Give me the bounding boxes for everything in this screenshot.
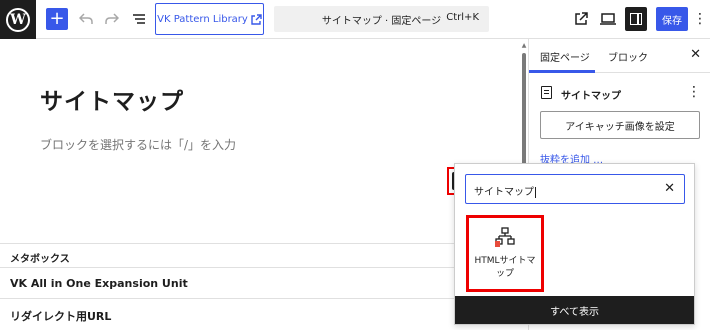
search-value: サイトマップ — [474, 186, 536, 198]
meta-boxes-panel: メタボックス VK All in One Expansion Unit リダイレ… — [0, 243, 520, 330]
close-icon: ✕ — [690, 47, 701, 62]
scrollbar-thumb[interactable] — [522, 53, 526, 173]
close-sidebar-button[interactable]: ✕ — [690, 47, 701, 62]
post-title[interactable]: サイトマップ — [40, 82, 184, 116]
external-link-icon — [251, 13, 262, 25]
plus-icon: + — [49, 8, 65, 29]
scroll-up-arrow-icon[interactable]: ▲ — [520, 42, 528, 49]
document-summary-title: サイトマップ — [561, 91, 621, 102]
set-featured-image-button[interactable]: アイキャッチ画像を設定 — [540, 111, 700, 139]
document-actions-button[interactable]: ⋮ — [687, 84, 701, 100]
wordpress-logo-button[interactable]: W — [0, 0, 36, 39]
options-button[interactable]: ⋮ — [693, 9, 707, 29]
active-tab-indicator — [529, 70, 595, 73]
settings-icon — [630, 13, 642, 25]
command-palette-bar[interactable]: サイトマップ · 固定ページ Ctrl+K — [274, 6, 489, 32]
desktop-view-icon — [600, 13, 616, 25]
document-summary: サイトマップ ⋮ — [541, 84, 701, 104]
preview-button[interactable] — [598, 9, 618, 29]
meta-boxes-heading: メタボックス — [10, 254, 70, 265]
wordpress-logo-icon: W — [6, 7, 30, 32]
sitemap-icon — [495, 227, 515, 247]
keyboard-shortcut: Ctrl+K — [446, 12, 479, 23]
clear-search-button[interactable]: ✕ — [664, 181, 675, 196]
page-icon — [541, 86, 552, 99]
editor-canvas: サイトマップ ブロックを選択するには「/」を入力 + — [0, 39, 520, 243]
vk-pattern-library-label: VK Pattern Library — [157, 13, 248, 25]
block-result-label: HTMLサイトマップ — [474, 256, 536, 279]
external-link-icon — [575, 12, 588, 25]
view-page-button[interactable] — [571, 9, 591, 29]
meta-box-label: リダイレクト用URL — [10, 310, 112, 323]
tab-page[interactable]: 固定ページ — [540, 49, 590, 64]
save-button[interactable]: 保存 — [656, 7, 688, 31]
block-inserter-popover: サイトマップ ✕ HTMLサイトマップ すべて表示 — [454, 163, 695, 325]
tab-block[interactable]: ブロック — [608, 49, 648, 64]
meta-box-vk-expansion[interactable]: VK All in One Expansion Unit — [0, 267, 520, 297]
more-vertical-icon: ⋮ — [693, 11, 707, 27]
browse-all-button[interactable]: すべて表示 — [455, 296, 694, 324]
close-icon: ✕ — [664, 181, 675, 196]
block-search-input[interactable]: サイトマップ ✕ — [465, 174, 685, 204]
document-overview-icon — [133, 14, 145, 24]
meta-box-redirect-url[interactable]: リダイレクト用URL — [0, 298, 520, 328]
settings-sidebar-toggle[interactable] — [625, 7, 647, 31]
more-vertical-icon: ⋮ — [687, 84, 701, 100]
redo-button[interactable] — [102, 9, 122, 29]
undo-icon — [79, 13, 93, 24]
block-inserter-toggle[interactable]: + — [46, 8, 68, 30]
block-placeholder[interactable]: ブロックを選択するには「/」を入力 — [40, 136, 236, 153]
meta-box-label: VK All in One Expansion Unit — [10, 277, 188, 290]
editor-header: W + VK Pattern Library サイトマップ · 固定ページ Ct… — [0, 0, 710, 39]
document-overview-button[interactable] — [129, 9, 149, 29]
block-result-html-sitemap[interactable]: HTMLサイトマップ — [469, 218, 541, 289]
undo-button[interactable] — [76, 9, 96, 29]
sidebar-tabs: 固定ページ ブロック ✕ — [529, 39, 710, 73]
redo-icon — [105, 13, 119, 24]
vk-pattern-library-button[interactable]: VK Pattern Library — [155, 3, 264, 35]
